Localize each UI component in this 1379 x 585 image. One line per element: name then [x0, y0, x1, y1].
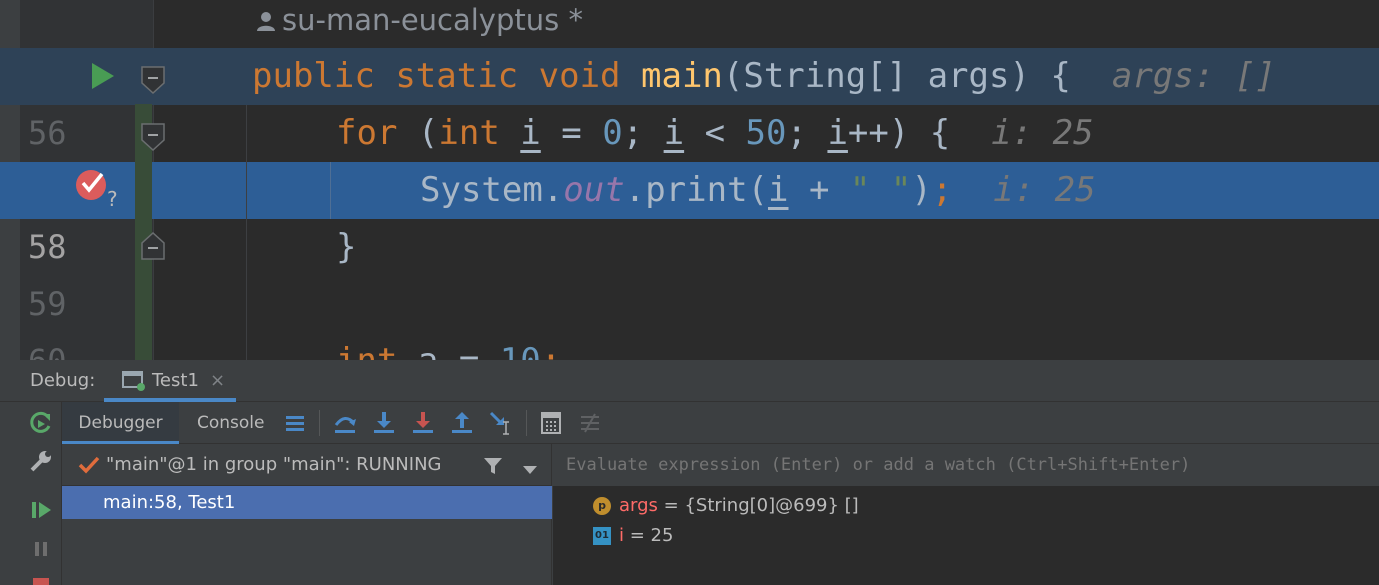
variable-name: args: [619, 495, 658, 516]
evaluate-expression-input[interactable]: [553, 444, 1379, 486]
variable-row[interactable]: p args = {String[0]@699} []: [553, 491, 1379, 521]
show-execution-point-icon[interactable]: [282, 410, 308, 436]
variables-panel: p args = {String[0]@699} [] 01 i = 25: [553, 444, 1379, 585]
rerun-icon[interactable]: [28, 410, 54, 436]
code-line-56[interactable]: 56 public static void main(String[] args…: [0, 48, 1379, 152]
frame-list-item[interactable]: main:58, Test1: [62, 486, 552, 519]
variable-entry: i = 25: [619, 521, 673, 551]
indent-guide: [246, 105, 247, 360]
code-line-60[interactable]: 60: [0, 276, 1379, 360]
close-icon[interactable]: ×: [210, 360, 225, 402]
code-line-58[interactable]: 58 System.out.print(i + " "); i: 25: [0, 162, 1379, 266]
code-text: System.out.print(i + " "); i: 25: [420, 170, 1096, 210]
tab-console-label: Console: [197, 413, 265, 433]
trace-current-stream-icon[interactable]: [577, 410, 603, 436]
breakpoint-icon[interactable]: ?: [74, 166, 124, 211]
pause-icon[interactable]: [28, 536, 54, 562]
author-name: su-man-eucalyptus *: [282, 3, 583, 37]
variable-row[interactable]: 01 i = 25: [553, 521, 1379, 551]
parameter-icon: p: [593, 497, 611, 515]
force-step-into-icon[interactable]: [410, 410, 436, 436]
session-tab-label: Test1: [152, 370, 199, 391]
code-text: public static void main(String[] args) {…: [252, 56, 1276, 96]
chevron-down-icon[interactable]: [522, 459, 538, 474]
session-icon: [122, 370, 146, 392]
tab-debugger[interactable]: Debugger: [62, 402, 179, 444]
thread-label: "main"@1 in group "main": RUNNING: [106, 454, 442, 475]
code-line-61[interactable]: 61 int a = 10;: [0, 333, 1379, 360]
fold-marker-icon[interactable]: [141, 66, 165, 95]
code-text: for (int i = 0; i < 50; i++) { i: 25: [336, 113, 1094, 153]
evaluate-expression-icon[interactable]: [538, 410, 564, 436]
step-into-icon[interactable]: [371, 410, 397, 436]
variable-value: = {String[0]@699} []: [657, 495, 859, 516]
checkmark-icon: [78, 455, 100, 475]
thread-selector[interactable]: "main"@1 in group "main": RUNNING: [62, 444, 552, 486]
debug-tool-window: Debug: Test1 × Debugger Console "main"@1…: [0, 360, 1379, 585]
step-out-icon[interactable]: [449, 410, 475, 436]
wrench-icon[interactable]: [28, 448, 54, 474]
stop-icon[interactable]: [28, 574, 54, 585]
run-icon[interactable]: [90, 62, 116, 90]
primitive-icon: 01: [593, 527, 611, 545]
variable-entry: args = {String[0]@699} []: [619, 491, 859, 521]
inline-value-hint: i: 25: [993, 170, 1096, 210]
inline-value-hint: i: 25: [991, 113, 1094, 153]
author-hint[interactable]: su-man-eucalyptus *: [256, 0, 583, 44]
tab-console[interactable]: Console: [197, 402, 265, 444]
tab-session-test1[interactable]: Test1 ×: [104, 360, 236, 402]
fold-marker-icon[interactable]: [141, 123, 165, 152]
variable-value: = 25: [624, 525, 674, 546]
svg-text:?: ?: [107, 187, 118, 210]
code-text: }: [336, 227, 357, 267]
tab-debugger-label: Debugger: [78, 413, 163, 433]
indent-guide: [330, 162, 331, 219]
filter-icon[interactable]: [482, 455, 504, 477]
run-to-cursor-icon[interactable]: [488, 410, 514, 436]
code-text: int a = 10;: [336, 333, 561, 360]
debug-header: Debug: Test1 ×: [0, 360, 1379, 402]
person-icon: [256, 3, 276, 31]
debugger-toolbar: Debugger Console: [62, 402, 1379, 444]
toolbar-separator: [526, 410, 527, 436]
inline-value-hint: args: []: [1111, 56, 1276, 96]
debug-side-toolbar: [20, 402, 62, 585]
fold-end-marker-icon[interactable]: [141, 231, 165, 260]
step-over-icon[interactable]: [332, 410, 358, 436]
frame-label: main:58, Test1: [103, 492, 236, 513]
code-editor[interactable]: su-man-eucalyptus * 56 public static voi…: [0, 0, 1379, 360]
debug-title: Debug:: [30, 370, 96, 391]
toolbar-separator: [319, 410, 320, 436]
code-line-59[interactable]: 59 }: [0, 219, 1379, 323]
resume-icon[interactable]: [28, 497, 54, 523]
code-line-57[interactable]: 57 for (int i = 0; i < 50; i++) { i: 25: [0, 105, 1379, 209]
frames-panel: "main"@1 in group "main": RUNNING main:5…: [62, 444, 552, 585]
